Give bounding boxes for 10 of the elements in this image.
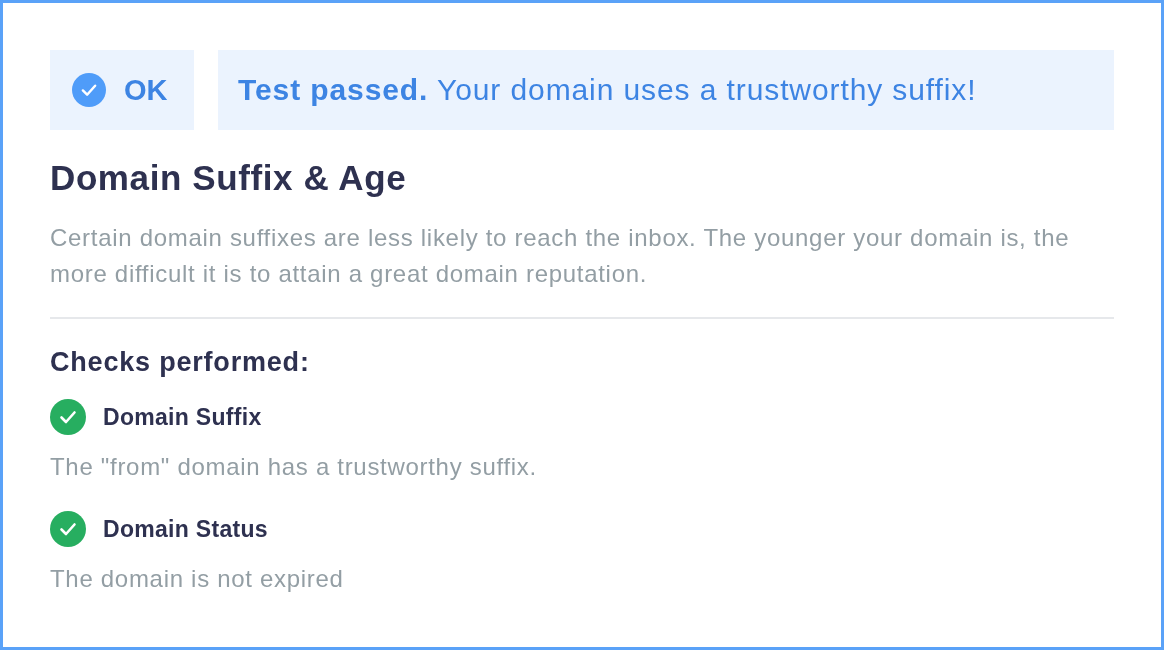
check-description: The "from" domain has a trustworthy suffix. bbox=[50, 453, 538, 481]
check-circle-icon bbox=[72, 73, 106, 107]
section-title: Domain Suffix & Age bbox=[50, 158, 408, 198]
checks-heading: Checks performed: bbox=[50, 346, 311, 378]
check-title: Domain Status bbox=[103, 515, 268, 543]
status-label: OK bbox=[124, 73, 168, 107]
section-description: Certain domain suffixes are less likely to reach the inbox. The younger your domain is, the more difficult it is to attain a great domain reputation. bbox=[50, 223, 1071, 289]
check-title: Domain Suffix bbox=[103, 403, 262, 431]
check-description: The domain is not expired bbox=[50, 565, 345, 593]
result-message: Test passed. Your domain uses a trustworthy suffix! bbox=[238, 73, 977, 107]
